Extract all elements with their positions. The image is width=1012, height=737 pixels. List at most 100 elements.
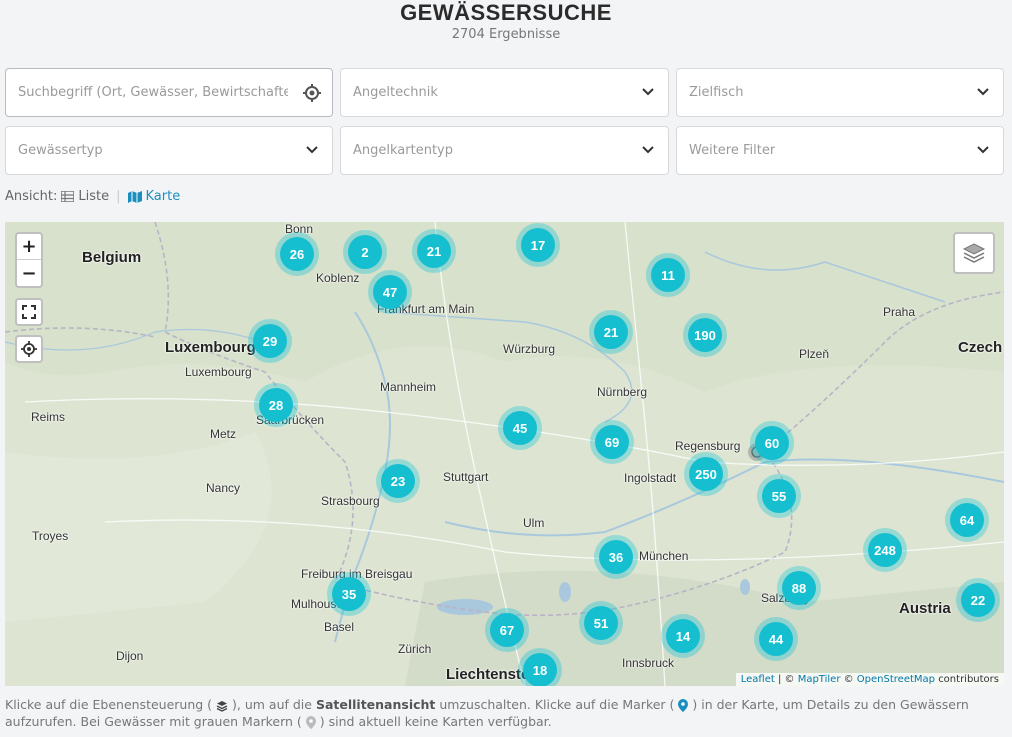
place-label: München	[639, 549, 689, 563]
help-text-bold: Satellitenansicht	[315, 697, 436, 712]
marker-cluster[interactable]: 36	[594, 535, 638, 579]
cluster-count: 28	[259, 388, 293, 422]
zoom-out-button[interactable]: −	[17, 260, 41, 286]
marker-cluster[interactable]: 248	[863, 528, 907, 572]
chevron-down-icon	[306, 146, 318, 154]
marker-cluster[interactable]: 64	[945, 498, 989, 542]
marker-cluster[interactable]: 67	[485, 608, 529, 652]
locate-button[interactable]	[15, 335, 43, 363]
cluster-count: 190	[688, 318, 722, 352]
place-label: Regensburg	[675, 439, 741, 453]
map-icon	[127, 190, 142, 203]
chevron-down-icon	[977, 88, 989, 96]
angeltechnik-label: Angeltechnik	[353, 85, 438, 100]
divider: |	[116, 189, 121, 204]
osm-link[interactable]: OpenStreetMap	[857, 674, 935, 685]
cluster-count: 88	[782, 571, 816, 605]
cluster-count: 36	[599, 540, 633, 574]
place-label: Metz	[210, 427, 237, 441]
zielfisch-label: Zielfisch	[689, 85, 744, 100]
map-view-link[interactable]: Karte	[127, 189, 181, 204]
help-text-part: ) sind aktuell keine Karten verfügbar.	[319, 714, 552, 729]
cluster-count: 60	[755, 426, 789, 460]
map-attribution: Leaflet | © MapTiler © OpenStreetMap con…	[735, 673, 1004, 686]
place-label: Strasbourg	[321, 494, 380, 508]
map-view-label: Karte	[145, 189, 181, 204]
fullscreen-icon	[22, 305, 36, 319]
marker-cluster[interactable]: 69	[590, 420, 634, 464]
place-label: Ulm	[523, 516, 545, 530]
map[interactable]: Bonn Belgium Koblenz Frankfurt am Main L…	[5, 222, 1004, 686]
marker-cluster[interactable]: 35	[327, 572, 371, 616]
maptiler-link[interactable]: MapTiler	[798, 674, 841, 685]
layers-icon	[962, 243, 986, 263]
gewaessertyp-select[interactable]: Gewässertyp	[5, 126, 333, 175]
cluster-count: 29	[253, 324, 287, 358]
leaflet-link[interactable]: Leaflet	[741, 674, 775, 685]
marker-cluster[interactable]: 21	[412, 229, 456, 273]
place-label: Mannheim	[380, 380, 437, 394]
cluster-count: 17	[521, 228, 555, 262]
place-label: Troyes	[32, 529, 69, 543]
marker-cluster[interactable]: 26	[275, 232, 319, 276]
angelkartentyp-label: Angelkartentyp	[353, 143, 453, 158]
place-label: Stuttgart	[443, 470, 489, 484]
locate-icon[interactable]	[302, 83, 322, 103]
marker-cluster[interactable]: 45	[498, 406, 542, 450]
marker-cluster[interactable]: 21	[589, 310, 633, 354]
angeltechnik-select[interactable]: Angeltechnik	[340, 68, 669, 117]
view-label: Ansicht:	[5, 189, 58, 204]
zoom-control: + −	[15, 232, 43, 288]
place-label: Nürnberg	[597, 385, 648, 399]
marker-cluster[interactable]: 17	[516, 223, 560, 267]
cluster-count: 55	[762, 479, 796, 513]
marker-cluster[interactable]: 22	[956, 578, 1000, 622]
marker-cluster[interactable]: 23	[376, 459, 420, 503]
attribution-contributors: contributors	[938, 674, 999, 685]
attribution-separator: ©	[840, 674, 857, 685]
cluster-count: 248	[868, 533, 902, 567]
layers-icon	[216, 700, 228, 712]
list-view-link[interactable]: Liste	[61, 189, 109, 204]
crosshair-icon	[21, 341, 37, 357]
marker-cluster[interactable]: 190	[683, 313, 727, 357]
marker-cluster[interactable]: 11	[646, 253, 690, 297]
cluster-count: 26	[280, 237, 314, 271]
cluster-count: 23	[381, 464, 415, 498]
place-label: Nancy	[206, 481, 241, 495]
map-help-text: Klicke auf die Ebenensteuerung ( ), um a…	[5, 696, 1005, 730]
help-text-part: ), um auf die	[232, 697, 316, 712]
place-label: Würzburg	[503, 342, 556, 356]
marker-cluster[interactable]: 250	[684, 452, 728, 496]
marker-cluster[interactable]: 44	[754, 617, 798, 661]
list-view-label: Liste	[78, 189, 110, 204]
place-label: Dijon	[116, 649, 144, 663]
layer-control-button[interactable]	[953, 232, 995, 274]
marker-cluster[interactable]: 47	[368, 270, 412, 314]
cluster-count: 250	[689, 457, 723, 491]
marker-cluster[interactable]: 51	[579, 601, 623, 645]
zielfisch-select[interactable]: Zielfisch	[676, 68, 1004, 117]
place-label: Belgium	[82, 249, 142, 266]
chevron-down-icon	[977, 146, 989, 154]
place-label: Basel	[324, 620, 355, 634]
cluster-count: 21	[594, 315, 628, 349]
help-text-part: Klicke auf die Ebenensteuerung (	[5, 697, 213, 712]
marker-cluster[interactable]: 18	[518, 648, 562, 686]
marker-cluster[interactable]: 2	[343, 230, 387, 274]
marker-cluster[interactable]: 55	[757, 474, 801, 518]
fullscreen-button[interactable]	[15, 298, 43, 326]
view-toggle: Ansicht: Liste | Karte	[5, 189, 180, 204]
marker-cluster[interactable]: 88	[777, 566, 821, 610]
cluster-count: 21	[417, 234, 451, 268]
angelkartentyp-select[interactable]: Angelkartentyp	[340, 126, 669, 175]
weitere-filter-select[interactable]: Weitere Filter	[676, 126, 1004, 175]
cluster-count: 69	[595, 425, 629, 459]
marker-cluster[interactable]: 14	[661, 614, 705, 658]
zoom-in-button[interactable]: +	[17, 234, 41, 260]
marker-cluster[interactable]: 60	[750, 421, 794, 465]
search-input[interactable]: Suchbegriff (Ort, Gewässer, Bewirtschaft…	[5, 68, 333, 117]
marker-cluster[interactable]: 29	[248, 319, 292, 363]
marker-cluster[interactable]: 28	[254, 383, 298, 427]
gewaessertyp-label: Gewässertyp	[18, 143, 103, 158]
